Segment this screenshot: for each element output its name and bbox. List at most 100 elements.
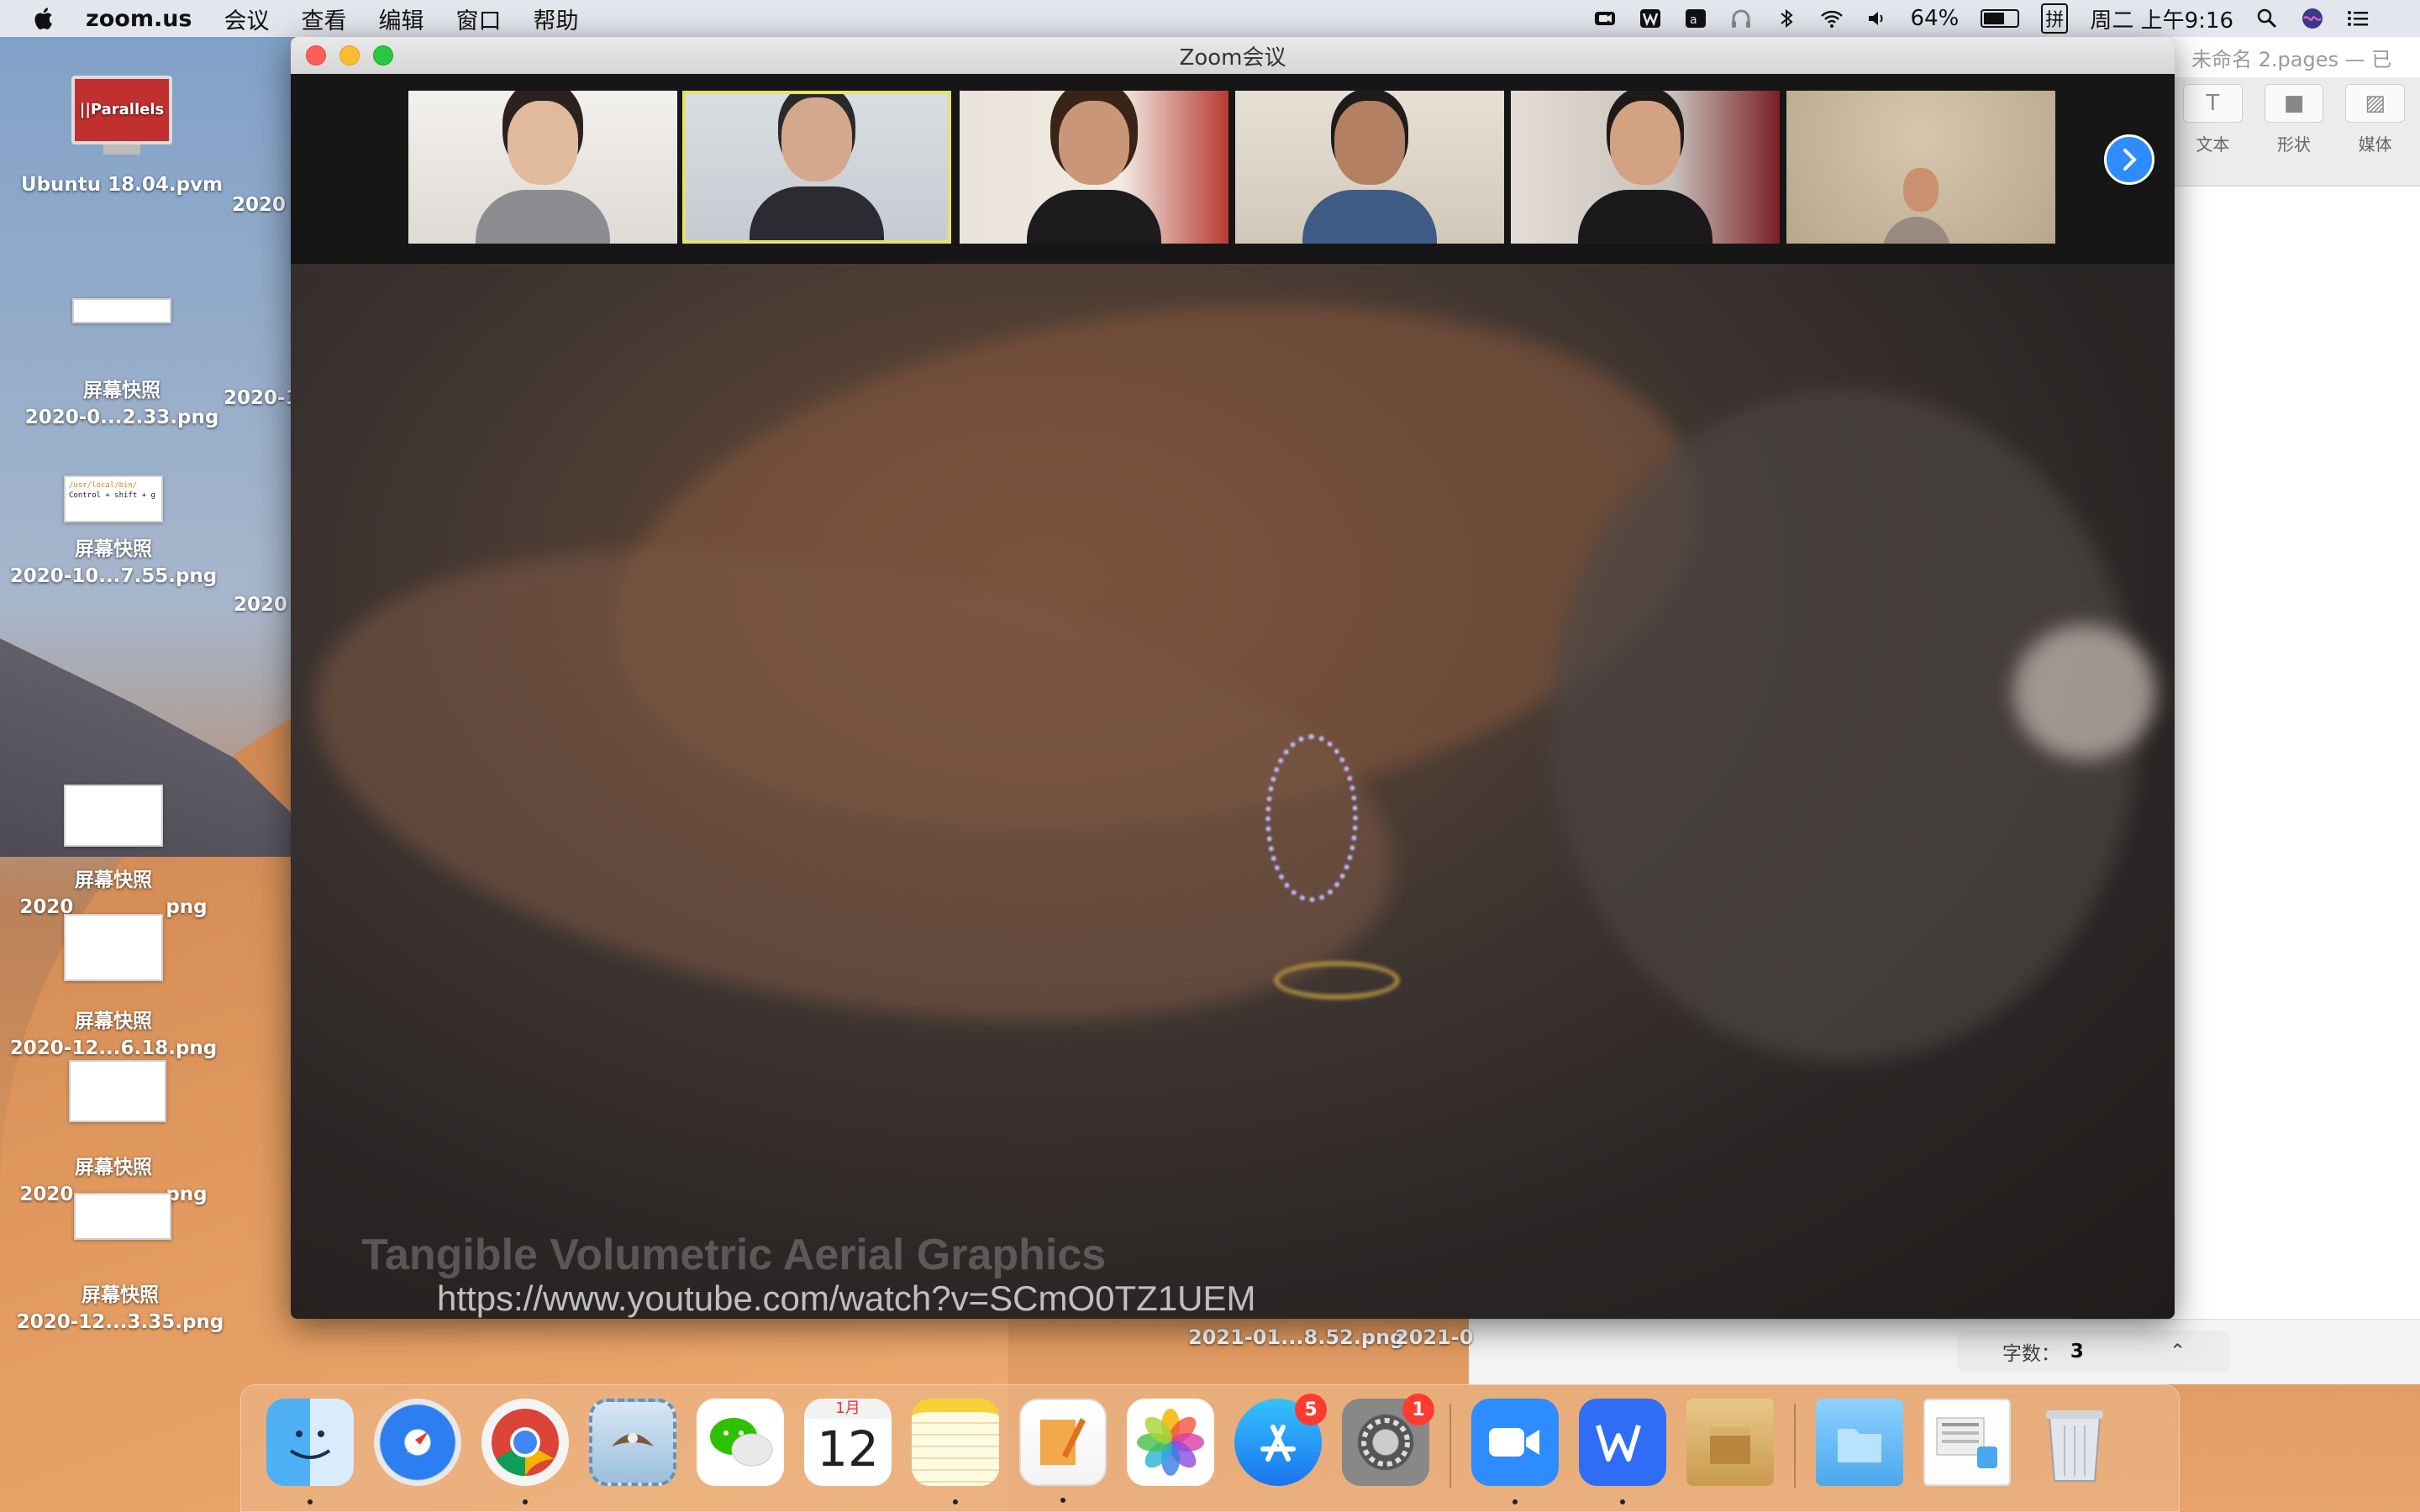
participant-video-tile-active-speaker[interactable] [682,91,951,244]
notes-app-icon[interactable] [912,1399,999,1504]
ai-status-icon[interactable]: a [1684,7,1707,30]
participant-video-tile[interactable] [408,91,677,244]
video-watermark-title: Tangible Volumetric Aerial Graphics [361,1231,1107,1279]
headphones-status-icon[interactable] [1729,7,1753,30]
participant-avatar [750,97,884,240]
participant-avatar [1027,101,1161,244]
media-tool-button[interactable]: ▨ 媒体 [2345,84,2406,179]
system-preferences-icon[interactable]: 1 [1342,1394,1434,1486]
word-count-control[interactable]: 字数： 3 ⌃ [1958,1331,2230,1373]
siri-icon[interactable] [2301,7,2324,30]
parallels-vm-icon: ||Parallels [71,76,172,160]
screenshot-thumbnail [72,298,171,323]
menu-view[interactable]: 查看 [302,3,347,35]
participant-avatar [1302,101,1437,244]
volumetric-light-particles [1265,734,1358,902]
finder-app-icon[interactable] [266,1399,354,1504]
desktop-icon-screenshot-1[interactable]: 屏幕快照 2020-0...2.33.png [17,298,227,431]
menu-edit[interactable]: 编辑 [379,3,424,35]
text-tool-button[interactable]: T 文本 [2183,84,2243,179]
finder-face-icon [289,1431,331,1459]
desktop-icon-label-partial: 2020 [232,194,287,216]
trash-icon[interactable] [2031,1399,2118,1486]
desktop-icon-filename: 2021-01...8.52.png [1188,1326,1405,1349]
running-indicator [1060,1498,1065,1503]
eagle-stamp-icon [612,1433,654,1446]
pages-window-title[interactable]: 未命名 2.pages — 已 [2168,37,2420,77]
pages-app-icon[interactable] [1019,1399,1107,1503]
stepper-chevrons-icon[interactable]: ⌃ [2170,1341,2186,1362]
screenshot-thumbnail [64,914,163,981]
mail-app-icon[interactable] [589,1399,676,1486]
participant-video-tile[interactable] [960,91,1228,244]
wps-status-icon[interactable] [1639,7,1662,30]
clock[interactable]: 周二 上午9:16 [2090,3,2233,34]
zoom-status-icon[interactable] [1593,7,1617,30]
shape-icon: ■ [2264,84,2324,123]
battery-icon[interactable] [1981,9,2020,28]
desktop-icon-ubuntu-pvm[interactable]: ||Parallels Ubuntu 18.04.pvm [17,76,227,198]
recent-documents-stack[interactable] [1923,1399,2011,1486]
media-icon: ▨ [2345,84,2406,123]
bluetooth-icon[interactable] [1775,7,1798,30]
participant-video-tile[interactable] [1511,91,1780,244]
trash-can-icon [2046,1410,2103,1482]
parallels-badge: ||Parallels [71,76,172,144]
menu-meeting[interactable]: 会议 [224,3,270,35]
calendar-month: 1月 [804,1399,892,1419]
zoom-title-bar[interactable]: Zoom会议 [291,37,2175,74]
photos-app-icon[interactable] [1127,1399,1214,1486]
app-menu-zoom[interactable]: zoom.us [86,6,192,32]
shape-tool-button[interactable]: ■ 形状 [2264,84,2324,179]
menu-window[interactable]: 窗口 [456,3,502,35]
battery-percent: 64% [1910,6,1960,31]
desktop-icon-label-partial: 2020-1 [224,387,299,409]
notification-badge: 5 [1295,1394,1327,1425]
filename-start: 2020 [19,1184,74,1205]
app-store-a-icon [1260,1425,1296,1462]
screenshot-thumbnail: /usr/local/bin/ Control + shift + g [64,475,163,522]
media-tool-label: 媒体 [2358,134,2392,155]
notification-center-icon[interactable] [2346,7,2370,30]
zoom-window-title: Zoom会议 [1179,45,1286,71]
zoom-app-icon[interactable] [1471,1399,1559,1504]
gallery-next-page-button[interactable] [2104,134,2154,185]
volume-icon[interactable] [1865,7,1889,30]
safari-app-icon[interactable] [374,1399,461,1486]
participant-video-tile[interactable] [1786,91,2055,244]
desktop-icon-screenshot-2[interactable]: /usr/local/bin/ Control + shift + g 屏幕快照… [8,475,218,590]
chrome-app-icon[interactable] [481,1399,569,1504]
photos-flower-icon [1137,1409,1204,1476]
wps-office-icon[interactable] [1579,1399,1666,1504]
desktop-icon-screenshot-3[interactable]: 屏幕快照 2020 png [8,785,218,921]
archive-utility-icon[interactable] [1686,1399,1774,1486]
calendar-app-icon[interactable]: 1月 12 [804,1399,892,1486]
spotlight-search-icon[interactable] [2255,7,2279,30]
box-icon [1710,1427,1750,1464]
wechat-app-icon[interactable] [697,1399,784,1486]
shared-screen-video[interactable]: Tangible Volumetric Aerial Graphics http… [291,264,2175,1319]
filename-end: png [166,1184,208,1205]
screenshot-thumbnail [64,785,163,847]
filename-end: png [166,896,208,918]
app-store-icon[interactable]: 5 [1234,1394,1327,1486]
wifi-icon[interactable] [1820,7,1844,30]
menu-help[interactable]: 帮助 [534,3,579,35]
downloads-folder-icon[interactable] [1816,1399,1903,1486]
status-area: a 64% 拼 周二 上午9:16 [1593,0,2370,37]
desktop-icon-label: 屏幕快照 [75,1157,152,1179]
desktop-icon-screenshot-6[interactable]: 屏幕快照 2020-12...3.35.png [15,1282,225,1336]
desktop-icon-label: 屏幕快照 [83,380,160,402]
zoom-meeting-window: Zoom会议 Tangible Volumetric Aerial Graphi… [291,37,2175,1319]
chevron-right-icon [2123,149,2137,171]
running-indicator [523,1499,528,1504]
participant-avatar [476,101,610,244]
compass-icon [407,1431,429,1453]
input-method-icon[interactable]: 拼 [2041,3,2069,34]
participant-video-tile[interactable] [1235,91,1504,244]
menu-bar: zoom.us 会议 查看 编辑 窗口 帮助 a 64% 拼 周二 上午9:16 [0,0,2420,37]
zoom-camera-icon [1489,1428,1539,1457]
pages-window: 未命名 2.pages — 已 T 文本 ■ 形状 ▨ 媒体 [2168,37,2420,1381]
apple-menu-icon[interactable] [34,6,57,31]
desktop-icon-screenshot-4[interactable]: 屏幕快照 2020-12...6.18.png [8,1008,218,1062]
